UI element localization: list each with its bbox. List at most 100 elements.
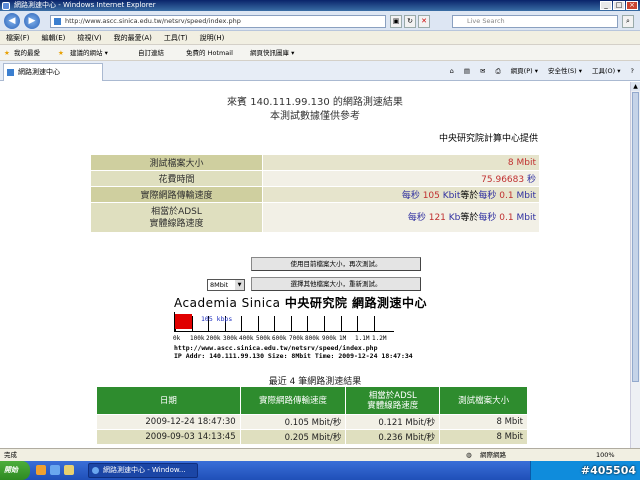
back-button[interactable]: ◀: [4, 13, 20, 29]
forward-button[interactable]: ▶: [24, 13, 40, 29]
table-cell: 0.236 Mbit/秒: [345, 429, 441, 445]
ie-icon: [92, 467, 99, 474]
menu-tools[interactable]: 工具(T): [164, 31, 188, 44]
scroll-thumb[interactable]: [632, 92, 639, 382]
status-bar: 完成 ◍ 網際網路 100%: [0, 448, 640, 461]
search-icon[interactable]: ⌕: [622, 15, 634, 28]
result-value: 75.96683 秒: [262, 170, 540, 187]
axis-tick: [192, 316, 193, 332]
axis-tick-label: 1M: [339, 335, 347, 342]
fav-suggested-sites[interactable]: 建議的網站 ▾: [70, 45, 108, 61]
menu-edit[interactable]: 編輯(E): [42, 31, 66, 44]
choose-size-button[interactable]: 選擇其他檔案大小，重新測試。: [251, 277, 421, 291]
tab-bar: 網路測速中心 ⌂ ▤ ✉ ⎙ 網頁(P) ▾ 安全性(S) ▾ 工具(O) ▾ …: [0, 61, 640, 81]
table-cell: 8 Mbit: [439, 414, 528, 430]
axis-tick: [374, 316, 375, 332]
axis-tick-label: 200k: [206, 335, 221, 342]
axis-tick-label: 600k: [272, 335, 287, 342]
info-url: http://www.ascc.sinica.edu.tw/netsrv/spe…: [174, 344, 378, 352]
test-info: http://www.ascc.sinica.edu.tw/netsrv/spe…: [174, 344, 413, 360]
security-zone: 網際網路: [480, 451, 506, 459]
tools-menu[interactable]: 工具(O) ▾: [592, 65, 621, 77]
close-button[interactable]: ×: [626, 1, 638, 10]
speed-center-banner: Academia Sinica 中央研究院 網路測速中心: [174, 296, 427, 310]
result-value: 8 Mbit: [262, 154, 540, 171]
axis-tick-label: 700k: [289, 335, 304, 342]
axis-tick: [324, 316, 325, 332]
history-header: 相當於ADSL 實體線路速度: [345, 386, 441, 415]
help-icon[interactable]: ?: [631, 65, 634, 77]
result-label: 測試檔案大小: [90, 154, 263, 171]
history-header: 日期: [96, 386, 241, 415]
page-heading: 來賓 140.111.99.130 的網路測速結果 本測試數據僅供參考: [0, 96, 630, 124]
provider-text: 中央研究院計算中心提供: [438, 134, 538, 144]
file-size-select[interactable]: 8Mbit ▼: [207, 279, 245, 291]
minimize-button[interactable]: _: [600, 1, 612, 10]
safety-menu[interactable]: 安全性(S) ▾: [548, 65, 582, 77]
page-menu[interactable]: 網頁(P) ▾: [511, 65, 538, 77]
table-cell: 8 Mbit: [439, 429, 528, 445]
ie-icon: [2, 2, 10, 10]
start-button[interactable]: 開始: [0, 461, 30, 480]
axis-tick-label: 400k: [239, 335, 254, 342]
table-cell: 2009-12-24 18:47:30: [96, 414, 241, 430]
axis-tick: [241, 316, 242, 332]
menu-bar: 檔案(F) 編輯(E) 檢視(V) 我的最愛(A) 工具(T) 說明(H): [0, 31, 640, 45]
fav-custom-links[interactable]: 自訂連結: [138, 45, 164, 61]
axis-tick-label: 800k: [305, 335, 320, 342]
compat-view-icon[interactable]: ▣: [390, 15, 402, 28]
axis-tick: [274, 316, 275, 332]
scroll-up-icon[interactable]: ▲: [631, 82, 640, 91]
axis-tick: [291, 316, 292, 332]
retest-button[interactable]: 使用目前檔案大小，再次測試。: [251, 257, 421, 271]
page-icon: [54, 18, 61, 25]
address-toolbar: ◀ ▶ http://www.ascc.sinica.edu.tw/netsrv…: [0, 11, 640, 31]
favorites-star-icon[interactable]: ★: [4, 45, 10, 61]
result-row: 相當於ADSL 實體線路速度 每秒 121 Kb等於每秒 0.1 Mbit: [90, 202, 540, 233]
mail-icon[interactable]: ✉: [480, 65, 485, 77]
taskbar-ie-window[interactable]: 網路測速中心 - Window...: [88, 463, 198, 478]
quicklaunch-explorer-icon[interactable]: [64, 465, 74, 475]
chevron-down-icon: ▼: [235, 280, 244, 290]
history-header: 測試檔案大小: [439, 386, 528, 415]
axis-tick-label: 100k: [190, 335, 205, 342]
axis-tick: [258, 316, 259, 332]
result-row: 花費時間 75.96683 秒: [90, 170, 540, 187]
menu-help[interactable]: 說明(H): [200, 31, 225, 44]
zoom-level[interactable]: 100%: [596, 449, 615, 461]
axis-tick-label: 1.2M: [372, 335, 387, 342]
page-content: 來賓 140.111.99.130 的網路測速結果 本測試數據僅供參考 中央研究…: [0, 82, 630, 459]
taskbar: 開始 網路測速中心 - Window... #405504: [0, 461, 640, 480]
feeds-icon[interactable]: ▤: [464, 65, 470, 77]
result-disclaimer: 本測試數據僅供參考: [270, 111, 360, 122]
address-input[interactable]: http://www.ascc.sinica.edu.tw/netsrv/spe…: [50, 15, 386, 28]
page-icon: [7, 69, 14, 76]
table-cell: 2009-09-03 14:13:45: [96, 429, 241, 445]
tab-speed-test[interactable]: 網路測速中心: [3, 63, 103, 81]
print-icon[interactable]: ⎙: [495, 65, 500, 77]
fav-web-slice-gallery[interactable]: 網頁快訊圖庫 ▾: [250, 45, 294, 61]
search-input[interactable]: Live Search: [452, 15, 618, 28]
menu-favorites[interactable]: 我的最愛(A): [114, 31, 152, 44]
quicklaunch-firefox-icon[interactable]: [36, 465, 46, 475]
history-table: 日期 實際網路傳輸速度 相當於ADSL 實體線路速度 測試檔案大小 2009-12-24…: [96, 386, 528, 445]
axis-tick-label: 500k: [256, 335, 271, 342]
favorites-button[interactable]: 我的最愛: [14, 45, 40, 61]
stop-icon[interactable]: ✕: [418, 15, 430, 28]
table-row: 2009-09-03 14:13:45 0.205 Mbit/秒 0.236 Mbi…: [96, 429, 528, 445]
menu-view[interactable]: 檢視(V): [77, 31, 101, 44]
home-icon[interactable]: ⌂: [450, 65, 454, 77]
fav-hotmail[interactable]: 免費的 Hotmail: [186, 45, 233, 61]
add-favorite-icon[interactable]: ★: [58, 45, 64, 61]
result-label: 相當於ADSL 實體線路速度: [90, 202, 263, 233]
vertical-scrollbar[interactable]: ▲ ▼: [630, 82, 640, 459]
maximize-button[interactable]: □: [613, 1, 625, 10]
result-row: 實際網路傳輸速度 每秒 105 Kbit等於每秒 0.1 Mbit: [90, 186, 540, 203]
speed-bar: [175, 314, 192, 329]
speed-axis: 0k 100k 200k 300k 400k 500k 600k 700k 800k 900k 1M…: [173, 335, 414, 343]
menu-file[interactable]: 檔案(F): [6, 31, 30, 44]
status-text: 完成: [4, 451, 17, 459]
refresh-icon[interactable]: ↻: [404, 15, 416, 28]
quicklaunch-ie-icon[interactable]: [50, 465, 60, 475]
result-label: 花費時間: [90, 170, 263, 187]
